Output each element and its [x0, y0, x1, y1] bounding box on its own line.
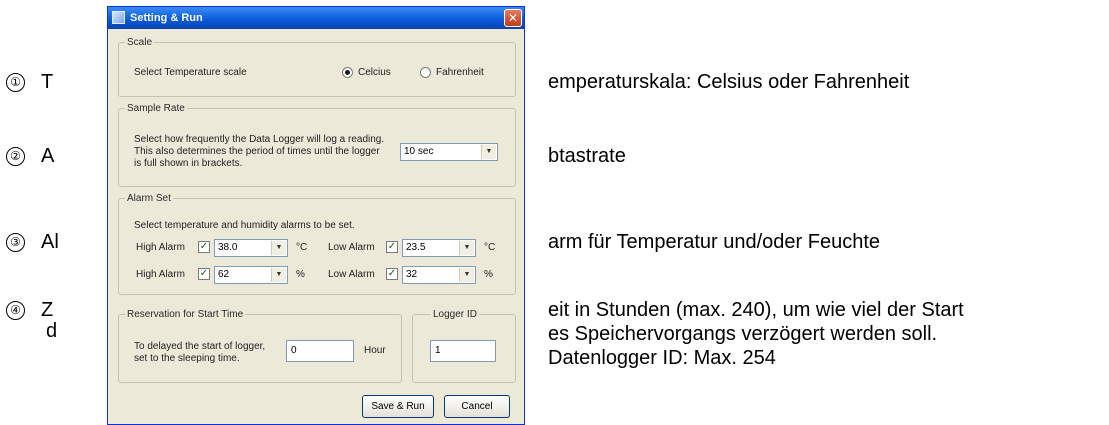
hum-low-alarm-label: Low Alarm [328, 269, 375, 280]
annotation-4: ④Z [6, 299, 53, 321]
save-run-button[interactable]: Save & Run [362, 395, 434, 418]
hum-low-alarm-checkbox[interactable]: ✓ [386, 268, 398, 280]
hum-high-alarm-value: 62 [218, 269, 230, 280]
hum-high-alarm-label: High Alarm [136, 269, 185, 280]
chevron-down-icon[interactable]: ▼ [459, 268, 474, 282]
close-icon[interactable]: ✕ [504, 9, 522, 27]
logger-id-input[interactable]: 1 [430, 340, 496, 362]
dialog-titlebar[interactable]: Setting & Run ✕ [108, 7, 524, 29]
cancel-button[interactable]: Cancel [444, 395, 510, 418]
sample-rate-text-3: is full shown in brackets. [134, 158, 243, 169]
temp-high-alarm-select[interactable]: 38.0 ▼ [214, 239, 288, 257]
app-icon [112, 11, 125, 24]
description-start-delay-line-2: es Speichervorgangs verzögert werden sol… [548, 323, 938, 345]
description-temperature-scale: emperaturskala: Celsius oder Fahrenheit [548, 71, 910, 93]
sample-rate-value: 10 sec [404, 146, 434, 157]
annotation-number: ① [6, 73, 25, 92]
annotation-letter: Z [41, 299, 54, 321]
temp-low-alarm-checkbox[interactable]: ✓ [386, 241, 398, 253]
reservation-legend: Reservation for Start Time [127, 309, 244, 320]
dialog-title: Setting & Run [130, 12, 203, 24]
annotation-number: ② [6, 147, 25, 166]
annotation-letter: Al [41, 231, 59, 253]
chevron-down-icon[interactable]: ▼ [271, 241, 286, 255]
sample-rate-text-2: This also determines the period of times… [134, 146, 380, 157]
temp-low-alarm-label: Low Alarm [328, 242, 375, 253]
annotation-2: ②A [6, 145, 54, 167]
annotation-number: ③ [6, 233, 25, 252]
description-start-delay-line-1: eit in Stunden (max. 240), um wie viel d… [548, 299, 964, 321]
alarm-legend: Alarm Set [127, 193, 171, 204]
sleep-time-input[interactable]: 0 [286, 340, 354, 362]
alarm-description: Select temperature and humidity alarms t… [134, 220, 355, 231]
chevron-down-icon[interactable]: ▼ [459, 241, 474, 255]
annotation-number: ④ [6, 301, 25, 320]
hum-low-unit: % [484, 269, 493, 280]
hour-unit-label: Hour [364, 345, 386, 356]
hum-low-alarm-select[interactable]: 32 ▼ [402, 266, 476, 284]
annotation-letter: A [41, 145, 55, 167]
temp-high-alarm-label: High Alarm [136, 242, 185, 253]
temp-high-alarm-value: 38.0 [218, 242, 238, 253]
temp-high-alarm-checkbox[interactable]: ✓ [198, 241, 210, 253]
description-alarm: arm für Temperatur und/oder Feuchte [548, 231, 881, 253]
sample-rate-text-1: Select how frequently the Data Logger wi… [134, 134, 385, 145]
description-logger-id: Datenlogger ID: Max. 254 [548, 347, 776, 369]
annotation-4-letter-2: d [46, 320, 58, 342]
hum-low-alarm-value: 32 [406, 269, 418, 280]
fahrenheit-label[interactable]: Fahrenheit [436, 67, 484, 79]
sample-rate-legend: Sample Rate [127, 103, 185, 114]
description-sample-rate: btastrate [548, 145, 626, 167]
annotation-1: ①T [6, 71, 53, 93]
setting-run-dialog: Setting & Run ✕ Scale Select Temperature… [107, 6, 525, 425]
hum-high-alarm-checkbox[interactable]: ✓ [198, 268, 210, 280]
celcius-radio[interactable] [342, 67, 353, 78]
chevron-down-icon[interactable]: ▼ [481, 145, 496, 159]
annotation-3: ③ Al [6, 231, 59, 253]
temp-low-unit: °C [484, 242, 496, 253]
temp-low-alarm-select[interactable]: 23.5 ▼ [402, 239, 476, 257]
scale-label: Select Temperature scale [134, 67, 247, 78]
fahrenheit-radio[interactable] [420, 67, 431, 78]
hum-high-alarm-select[interactable]: 62 ▼ [214, 266, 288, 284]
celcius-label[interactable]: Celcius [358, 67, 391, 79]
scale-legend: Scale [127, 37, 153, 48]
chevron-down-icon[interactable]: ▼ [271, 268, 286, 282]
sample-rate-select[interactable]: 10 sec ▼ [400, 143, 498, 161]
hum-high-unit: % [296, 269, 305, 280]
logger-id-legend: Logger ID [433, 309, 477, 320]
temp-high-unit: °C [296, 242, 308, 253]
reservation-text-1: To delayed the start of logger, [134, 341, 266, 352]
reservation-text-2: set to the sleeping time. [134, 353, 240, 364]
temp-low-alarm-value: 23.5 [406, 242, 426, 253]
annotation-letter: T [41, 71, 54, 93]
